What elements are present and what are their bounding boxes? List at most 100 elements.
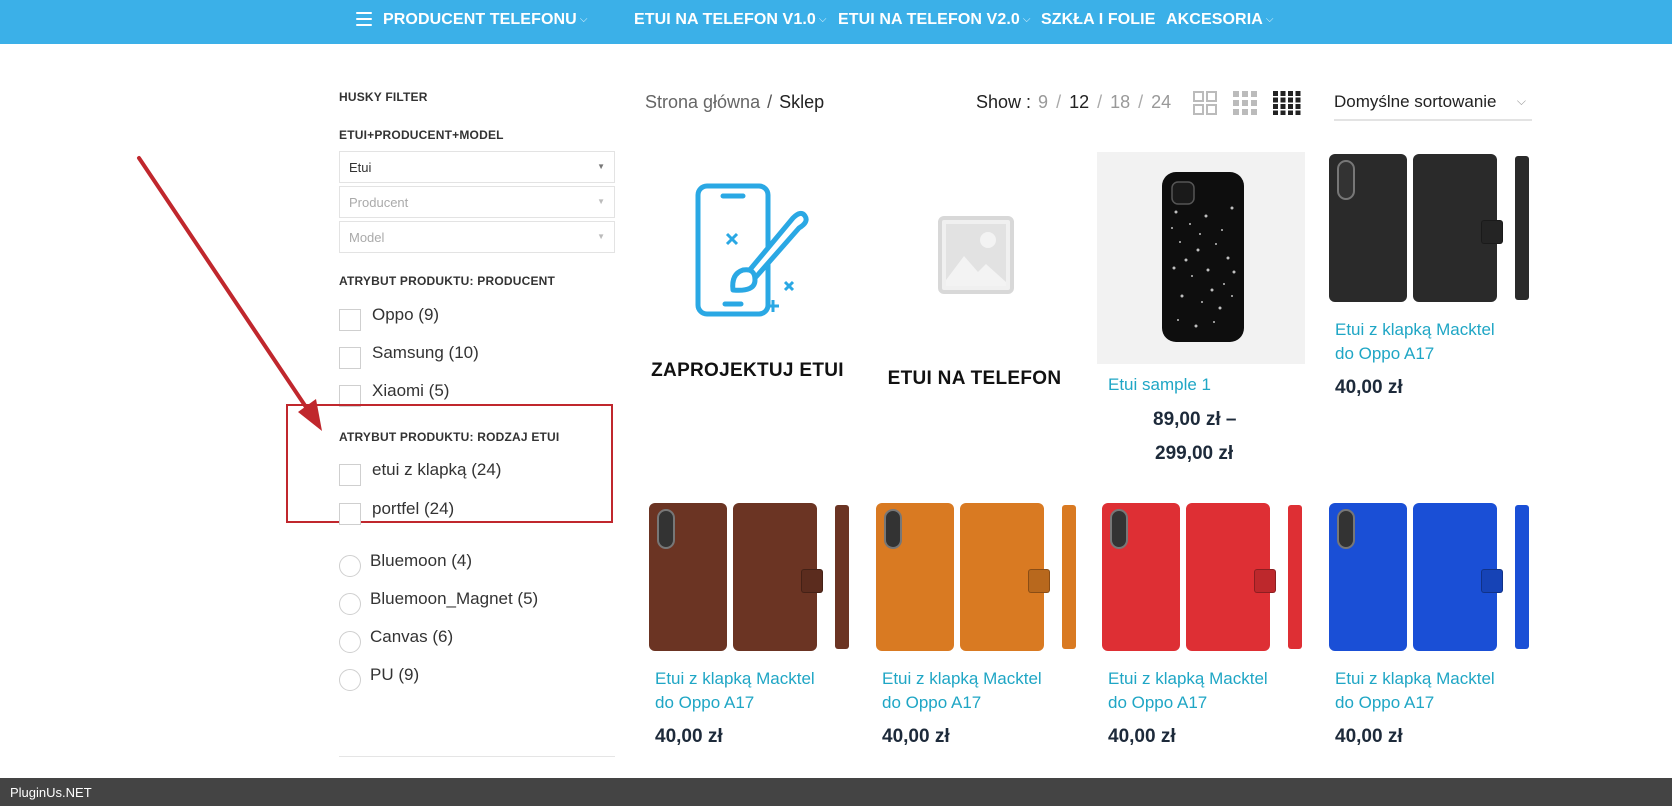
producent-select[interactable]: Producent ▼	[339, 186, 615, 218]
products-per-page: Show : 9/12/18/24	[976, 92, 1172, 112]
product-card-sample[interactable]: Etui sample 1 89,00 zł – 299,00 zł	[1097, 152, 1305, 472]
breadcrumb-home-link[interactable]: Strona główna	[645, 92, 760, 112]
etui-select-value: Etui	[349, 160, 372, 175]
wallet-back-panel	[1329, 154, 1407, 302]
brand-label: PluginUs.NET	[10, 785, 92, 800]
model-select-value: Model	[349, 230, 385, 245]
wallet-side-strip	[1062, 505, 1076, 649]
radio-button[interactable]	[339, 593, 361, 615]
grid-4-columns-icon[interactable]	[1273, 91, 1301, 115]
filter-label: etui z klapką (24)	[372, 460, 502, 479]
product-name-link[interactable]: Etui z klapką Macktel do Oppo A17	[882, 667, 1042, 715]
filter-label: Oppo (9)	[372, 305, 440, 324]
nav-etui-v1-label: ETUI NA TELEFON V1.0	[634, 11, 816, 28]
nav-akcesoria[interactable]: AKCESORIA ⌵	[1166, 11, 1274, 29]
chevron-down-icon: ⌵	[579, 14, 588, 25]
wallet-image[interactable]	[1327, 152, 1533, 312]
wallet-side-strip	[1288, 505, 1302, 649]
product-card-wallet[interactable]: Etui z klapką Macktel do Oppo A17 40,00 z…	[874, 501, 1080, 761]
product-name-line: Etui z klapką Macktel	[1108, 669, 1268, 688]
nav-etui-v2-label: ETUI NA TELEFON V2.0	[838, 11, 1020, 28]
wallet-front-panel	[1186, 503, 1276, 651]
top-navigation-bar: PRODUCENT TELEFONU ⌵ ETUI NA TELEFON V1.0…	[0, 0, 1672, 44]
dropdown-arrow-icon: ▼	[597, 232, 605, 241]
hamburger-menu-icon[interactable]	[356, 12, 372, 26]
wallet-image[interactable]	[1100, 501, 1306, 661]
nav-producent-telefonu[interactable]: PRODUCENT TELEFONU ⌵	[383, 11, 588, 29]
wallet-image[interactable]	[1327, 501, 1533, 661]
product-name-link[interactable]: Etui z klapką Macktel do Oppo A17	[1108, 667, 1268, 715]
dropdown-arrow-icon: ▼	[597, 197, 605, 206]
wallet-image[interactable]	[874, 501, 1080, 661]
product-image[interactable]	[1097, 152, 1305, 364]
grid-3-columns-icon[interactable]	[1233, 91, 1257, 115]
dropdown-arrow-icon: ▼	[597, 162, 605, 171]
product-card-wallet[interactable]: Etui z klapką Macktel do Oppo A17 40,00 z…	[647, 501, 853, 761]
product-price: 40,00 zł	[1335, 726, 1403, 747]
product-name-line: do Oppo A17	[882, 693, 982, 712]
product-price: 40,00 zł	[882, 726, 950, 747]
wallet-clasp	[1481, 569, 1503, 593]
glitter-pattern	[1171, 181, 1236, 328]
nav-etui-v1[interactable]: ETUI NA TELEFON V1.0 ⌵	[634, 11, 827, 29]
product-name-line: Etui z klapką Macktel	[1335, 669, 1495, 688]
per-page-12[interactable]: 12	[1069, 92, 1089, 112]
radio-button[interactable]	[339, 631, 361, 653]
filter-label: Canvas (6)	[370, 627, 454, 646]
product-name-link[interactable]: Etui sample 1	[1108, 373, 1211, 397]
producent-select-value: Producent	[349, 195, 409, 210]
model-select[interactable]: Model ▼	[339, 221, 615, 253]
chevron-down-icon: ⌵	[1265, 14, 1274, 25]
wallet-back-panel	[649, 503, 727, 651]
nav-etui-v2[interactable]: ETUI NA TELEFON V2.0 ⌵	[838, 11, 1031, 29]
wallet-clasp	[801, 569, 823, 593]
product-name-link[interactable]: Etui z klapką Macktel do Oppo A17	[655, 667, 815, 715]
image-placeholder-icon	[938, 216, 1014, 294]
wallet-clasp	[1028, 569, 1050, 593]
breadcrumb: Strona główna / Sklep	[645, 92, 824, 113]
grid-2-columns-icon[interactable]	[1193, 91, 1217, 115]
chevron-down-icon: ⌵	[818, 14, 827, 25]
sort-select-value: Domyślne sortowanie	[1334, 92, 1497, 111]
radio-button[interactable]	[339, 555, 361, 577]
product-card-wallet[interactable]: Etui z klapką Macktel do Oppo A17 40,00 z…	[1327, 152, 1533, 412]
etui-select[interactable]: Etui ▼	[339, 151, 615, 183]
product-price: 40,00 zł	[1108, 726, 1176, 747]
husky-filter-title: HUSKY FILTER	[339, 90, 428, 104]
filter-label: Bluemoon_Magnet (5)	[370, 589, 539, 608]
product-card-etui-na-telefon[interactable]: ETUI NA TELEFON	[872, 152, 1077, 402]
product-card-design[interactable]: ZAPROJEKTUJ ETUI	[645, 152, 850, 402]
checkbox[interactable]	[339, 464, 361, 486]
camera-module	[1337, 160, 1355, 200]
product-name-line: do Oppo A17	[1108, 693, 1208, 712]
filter-label: Bluemoon (4)	[370, 551, 473, 570]
sort-select[interactable]: Domyślne sortowanie ⌵	[1334, 88, 1532, 121]
checkbox[interactable]	[339, 503, 361, 525]
per-page-24[interactable]: 24	[1151, 92, 1171, 112]
product-card-wallet[interactable]: Etui z klapką Macktel do Oppo A17 40,00 z…	[1100, 501, 1306, 761]
product-name-link[interactable]: Etui z klapką Macktel do Oppo A17	[1335, 318, 1495, 366]
wallet-front-panel	[1413, 503, 1503, 651]
wallet-front-panel	[733, 503, 823, 651]
per-page-18[interactable]: 18	[1110, 92, 1130, 112]
checkbox[interactable]	[339, 309, 361, 331]
wallet-image[interactable]	[647, 501, 853, 661]
radio-button[interactable]	[339, 669, 361, 691]
filter-label: PU (9)	[370, 665, 420, 684]
product-price: 89,00 zł –	[1153, 409, 1237, 430]
rodzaj-etui-attribute-title: ATRYBUT PRODUKTU: RODZAJ ETUI	[339, 430, 560, 444]
breadcrumb-current: Sklep	[779, 92, 825, 112]
product-card-wallet[interactable]: Etui z klapką Macktel do Oppo A17 40,00 z…	[1327, 501, 1533, 761]
checkbox[interactable]	[339, 347, 361, 369]
per-page-9[interactable]: 9	[1038, 92, 1048, 112]
product-name-line: do Oppo A17	[1335, 693, 1435, 712]
wallet-clasp	[1481, 220, 1503, 244]
nav-szkla-i-folie[interactable]: SZKŁA I FOLIE	[1041, 11, 1155, 29]
wallet-front-panel	[1413, 154, 1503, 302]
wallet-front-panel	[960, 503, 1050, 651]
placeholder-title: ETUI NA TELEFON	[887, 368, 1062, 389]
wallet-side-strip	[1515, 505, 1529, 649]
filter-label: Xiaomi (5)	[372, 381, 450, 400]
product-name-link[interactable]: Etui z klapką Macktel do Oppo A17	[1335, 667, 1495, 715]
wallet-side-strip	[1515, 156, 1529, 300]
